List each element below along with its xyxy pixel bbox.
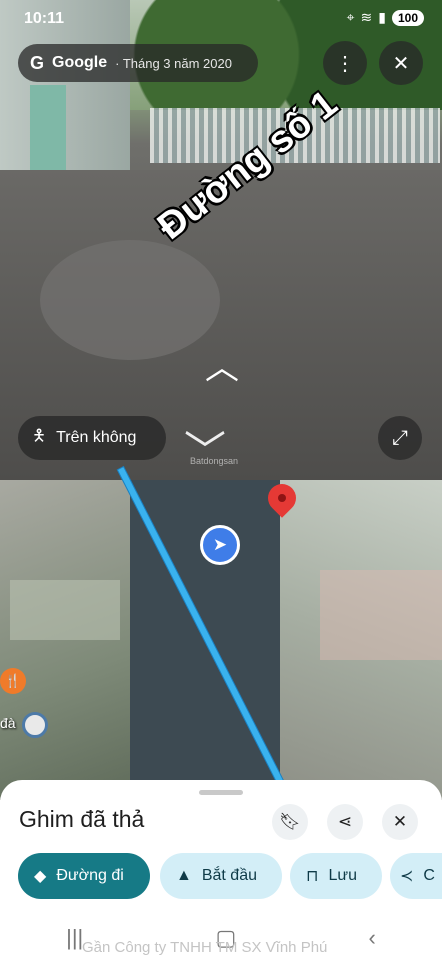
- navigate-icon: ▲: [176, 867, 192, 884]
- status-time: 10:11: [24, 10, 65, 27]
- share-button[interactable]: ⋖: [327, 804, 363, 840]
- road-patch: [40, 240, 220, 360]
- brand-label: Google: [52, 54, 108, 71]
- signal-icon: ▮: [378, 9, 386, 25]
- google-g-logo-icon: G: [30, 52, 45, 73]
- recent-apps-icon[interactable]: |||: [66, 925, 83, 951]
- save-button[interactable]: ⊓ Lưu: [290, 853, 382, 899]
- close-icon: ✕: [392, 52, 410, 75]
- more-options-button[interactable]: ⋮: [323, 41, 367, 85]
- directions-label: Đường đi: [56, 867, 124, 884]
- poi-label: đà: [0, 715, 16, 731]
- move-forward-chevron-icon[interactable]: ︿: [205, 340, 239, 389]
- restaurant-icon[interactable]: 🍴: [0, 668, 26, 694]
- map-block: [10, 580, 120, 640]
- location-icon: ⌖: [346, 9, 355, 25]
- share-label: C: [423, 867, 435, 884]
- share-icon: ≺: [400, 868, 414, 885]
- bookmark-icon: ⊓: [306, 868, 319, 885]
- status-icons: ⌖ ≋ ▮ 100: [347, 9, 424, 26]
- directions-button[interactable]: ◆ Đường đi: [18, 853, 150, 899]
- more-vert-icon: ⋮: [335, 52, 355, 75]
- capture-date: · Tháng 3 năm 2020: [115, 55, 232, 71]
- person-icon: 🯅: [32, 427, 47, 445]
- street-view-info-pill[interactable]: G Google · Tháng 3 năm 2020: [18, 44, 258, 82]
- watermark: Batdongsan: [190, 456, 239, 466]
- aerial-view-label: Trên không: [56, 429, 137, 446]
- footer-watermark: Gần Công ty TNHH TM SX Vĩnh Phú: [82, 939, 328, 956]
- bookmark-icon: 🔖︎: [279, 812, 301, 831]
- move-back-chevron-icon[interactable]: ﹀: [184, 418, 226, 479]
- place-title: Ghim đã thả: [19, 806, 145, 832]
- place-marker-icon[interactable]: [22, 712, 48, 738]
- current-location-icon[interactable]: ➤: [200, 525, 240, 565]
- save-bookmark-button[interactable]: 🔖︎: [272, 804, 308, 840]
- start-button[interactable]: ▲ Bắt đầu: [160, 853, 282, 899]
- map-block: [0, 480, 130, 800]
- back-icon[interactable]: ‹: [369, 925, 376, 951]
- drag-handle[interactable]: [199, 790, 243, 795]
- pin-center: [278, 494, 286, 502]
- aerial-view-button[interactable]: 🯅 Trên không: [18, 416, 166, 460]
- battery-level: 100: [391, 9, 424, 26]
- expand-button[interactable]: ⤢: [378, 416, 422, 460]
- map-block: [320, 570, 442, 660]
- share-icon: ⋖: [337, 812, 353, 831]
- wifi-icon: ≋: [360, 9, 373, 25]
- close-sheet-button[interactable]: ✕: [382, 804, 418, 840]
- share-chip-button[interactable]: ≺ C: [390, 853, 442, 899]
- close-street-view-button[interactable]: ✕: [379, 41, 423, 85]
- start-label: Bắt đầu: [201, 867, 257, 884]
- expand-arrows-icon: ⤢: [392, 426, 408, 449]
- close-icon: ✕: [392, 812, 408, 831]
- directions-icon: ◆: [34, 868, 47, 885]
- save-label: Lưu: [328, 867, 357, 884]
